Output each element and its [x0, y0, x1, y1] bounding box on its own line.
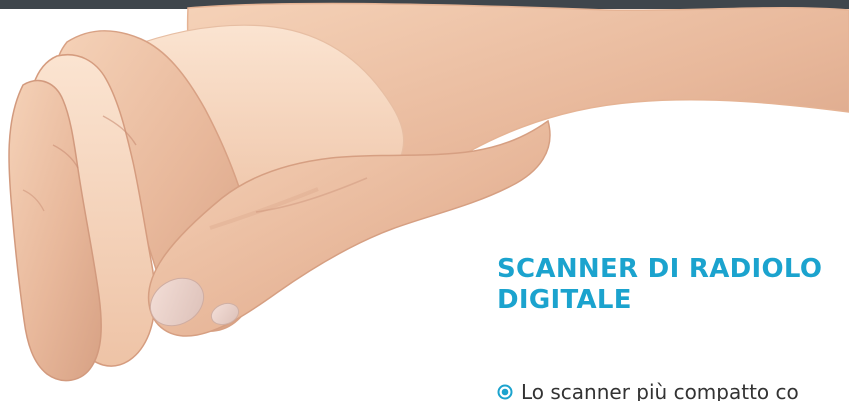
product-title: SCANNER DI RADIOLO DIGITALE — [497, 254, 822, 316]
product-title-line-1: SCANNER DI RADIOLO — [497, 254, 823, 284]
scanner-product-page: SCANNER DI RADIOLO DIGITALE Lo scanner p… — [0, 0, 849, 401]
feature-item-compact-scanner: Lo scanner più compatto co — [497, 376, 799, 401]
feature-text: Lo scanner più compatto co — [521, 380, 799, 401]
hand-image — [8, 2, 849, 382]
feature-list: Lo scanner più compatto co — [497, 376, 799, 401]
bullet-icon — [497, 384, 513, 400]
product-title-line-2: DIGITALE — [497, 285, 632, 315]
bullet-center — [501, 388, 509, 396]
